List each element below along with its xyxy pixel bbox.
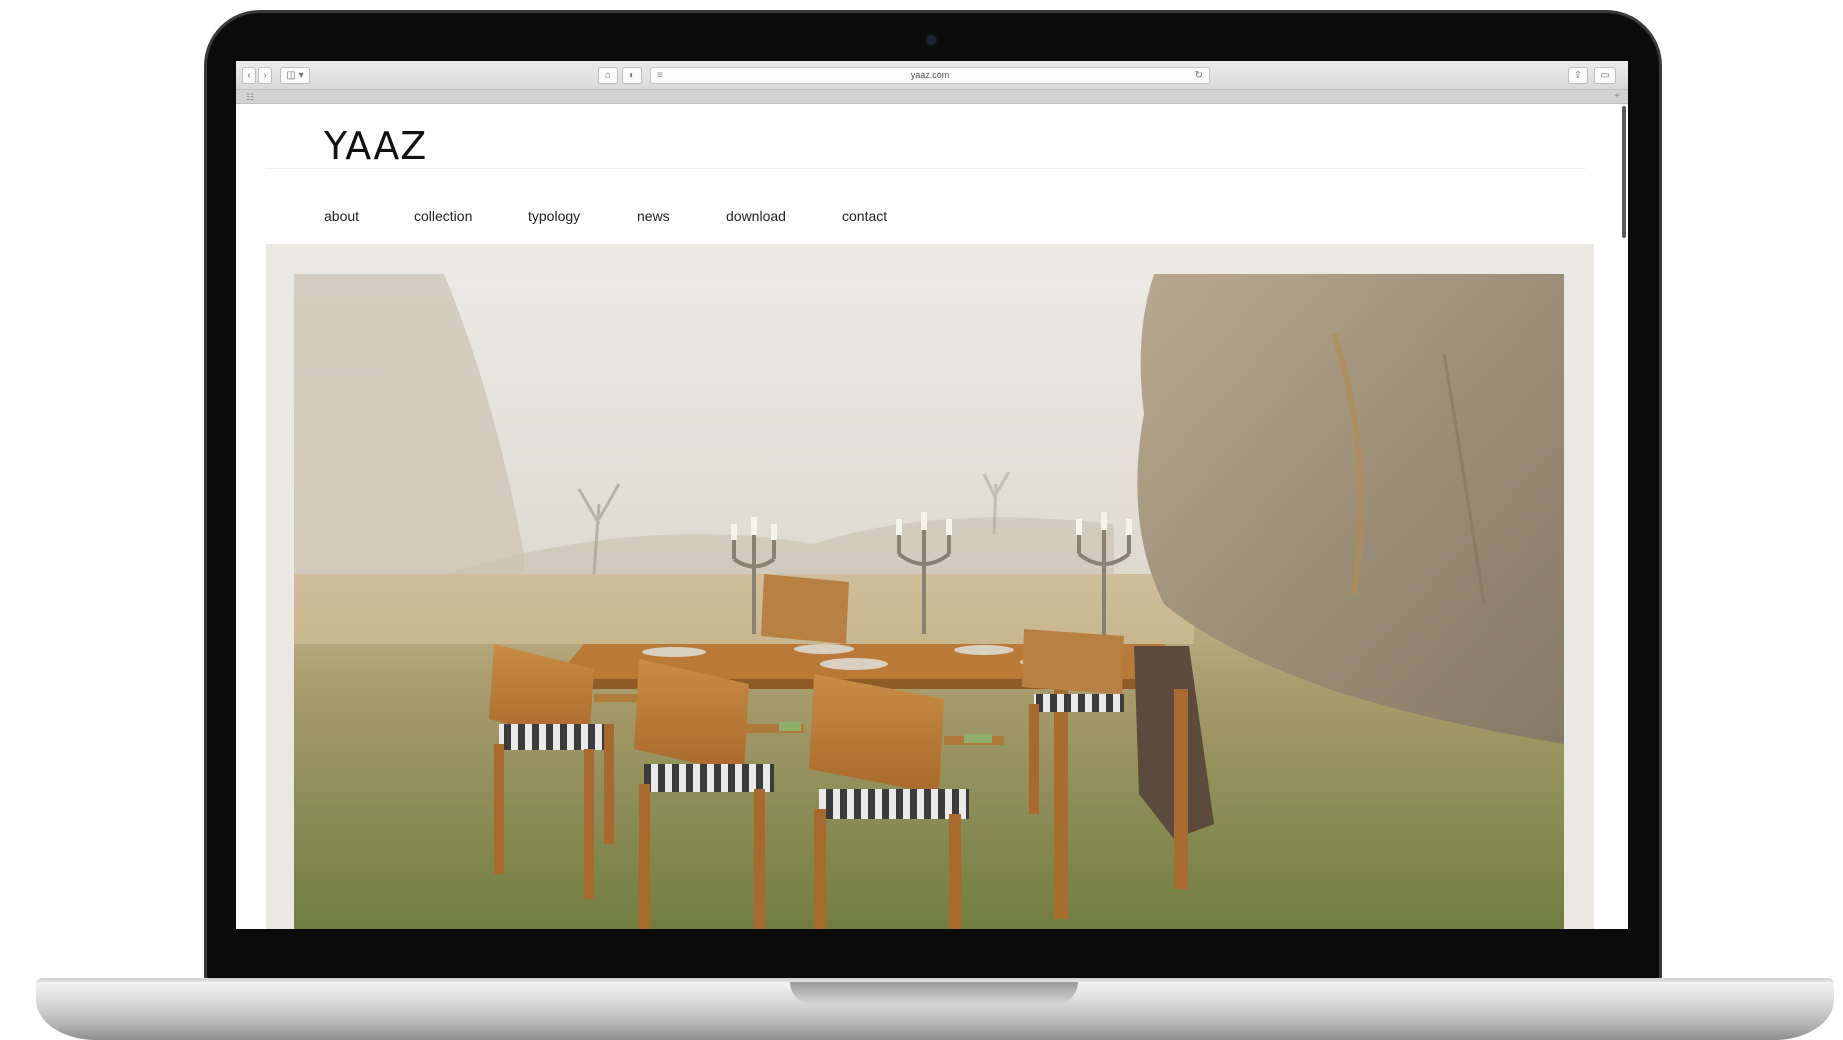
scroll-thumb[interactable] [1622, 106, 1626, 238]
hero-image [294, 274, 1564, 929]
home-icon[interactable]: ⌂ [598, 67, 618, 84]
nav-contact[interactable]: contact [842, 208, 887, 224]
sidebar-icon[interactable]: ◫ ▾ [280, 67, 310, 84]
new-tab-icon[interactable]: + [1614, 90, 1620, 103]
site-logo[interactable]: YAAZ [324, 124, 427, 168]
nav-about[interactable]: about [324, 208, 359, 224]
bookmarks-bar: ☷ + [236, 90, 1628, 104]
chevron-left-icon[interactable]: ‹ [242, 67, 256, 84]
hero-photo [294, 274, 1564, 929]
laptop-lid-notch [790, 982, 1078, 1004]
shield-icon[interactable]: ◐ [622, 67, 642, 84]
tabs-icon[interactable]: ▭ [1594, 67, 1616, 84]
header-divider [266, 168, 1586, 169]
page-scrollbar[interactable] [1621, 104, 1627, 929]
nav-news[interactable]: news [637, 208, 670, 224]
nav-typology[interactable]: typology [528, 208, 580, 224]
nav-collection[interactable]: collection [414, 208, 472, 224]
share-icon[interactable]: ⇪ [1568, 67, 1588, 84]
reload-icon[interactable]: ↻ [1195, 68, 1203, 83]
bookmarks-icon[interactable]: ☷ [246, 91, 254, 103]
camera [926, 35, 936, 45]
nav-download[interactable]: download [726, 208, 786, 224]
chevron-right-icon[interactable]: › [258, 67, 272, 84]
url-text: yaaz.com [910, 70, 950, 80]
browser-toolbar: ‹ › ◫ ▾ ⌂ ◐ ≡ yaaz.com ↻ ⇪ ▭ [236, 61, 1628, 90]
laptop-screen: ‹ › ◫ ▾ ⌂ ◐ ≡ yaaz.com ↻ ⇪ ▭ ☷ + YAAZ ab… [236, 61, 1628, 929]
address-bar[interactable]: ≡ yaaz.com ↻ [650, 67, 1210, 84]
webpage: YAAZ about collection typology news down… [236, 104, 1628, 929]
